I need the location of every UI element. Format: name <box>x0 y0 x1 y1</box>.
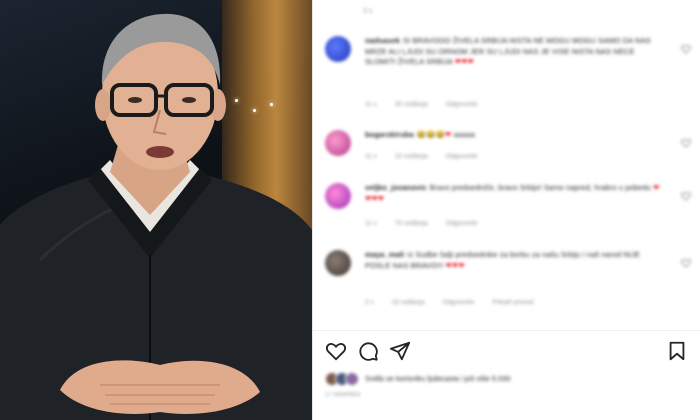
comment-meta: 11 s 35 sviđanja Odgovorite <box>365 101 496 108</box>
comment-icon[interactable] <box>357 340 379 362</box>
top-timestamp: 3 s <box>363 8 373 15</box>
comment-username[interactable]: veljko_jovanovic <box>365 183 427 192</box>
comment-username[interactable]: nadsasek <box>365 36 400 45</box>
comments-panel: 3 s nadsasek SI BRAVOOO ŽIVELA SRBIJA NIS… <box>312 0 700 420</box>
share-icon[interactable] <box>389 340 411 362</box>
avatar[interactable] <box>325 183 351 209</box>
comment-text: nadsasek SI BRAVOOO ŽIVELA SRBIJA NISTA N… <box>365 36 663 68</box>
comment-likes[interactable]: 74 sviđanja <box>395 220 428 227</box>
post-media[interactable] <box>0 0 312 420</box>
comment-body: SI BRAVOOO ŽIVELA SRBIJA NISTA NE MOGU M… <box>365 36 651 66</box>
comment-time: 11 s <box>365 220 377 227</box>
speaker-photo <box>0 13 312 420</box>
comment-item: maya_mali Iz Sudbe šalji predsednike za b… <box>325 250 691 315</box>
comment-time: 2 s <box>365 299 374 306</box>
heart-emoji: ❤❤❤ <box>445 260 465 270</box>
reply-link[interactable]: Odgovorite <box>446 220 478 227</box>
avatar[interactable] <box>325 36 351 62</box>
like-comment-icon[interactable] <box>681 138 691 148</box>
comment-trail: aaaaa <box>453 130 475 139</box>
like-comment-icon[interactable] <box>681 44 691 54</box>
comment-likes[interactable]: 10 sviđanja <box>395 153 428 160</box>
avatar[interactable] <box>325 250 351 276</box>
comment-body: 😂😂😂 <box>416 130 446 139</box>
bookmark-icon[interactable] <box>666 340 688 362</box>
comment-time: 11 s <box>365 101 377 108</box>
liker-avatars <box>325 372 361 386</box>
divider <box>313 330 700 331</box>
post-timestamp: 17 novembra <box>325 392 361 398</box>
comment-body: Bravo predsedniče, bravo Srbijo! Samo na… <box>429 183 651 192</box>
comment-text: bogarskiruba 😂😂😂❤ aaaaa <box>365 130 663 141</box>
like-comment-icon[interactable] <box>681 191 691 201</box>
avatar[interactable] <box>325 130 351 156</box>
heart-icon[interactable] <box>325 340 347 362</box>
comment-item: bogarskiruba 😂😂😂❤ aaaaa 11 s 10 sviđanja Od… <box>325 130 691 170</box>
comment-item: nadsasek SI BRAVOOO ŽIVELA SRBIJA NISTA N… <box>325 36 691 111</box>
comment-item: veljko_jovanovic Bravo predsedniče, bravo… <box>325 183 691 238</box>
translate-link[interactable]: Prikaži prevod <box>492 299 533 306</box>
action-bar <box>325 340 688 362</box>
comment-meta: 11 s 10 sviđanja Odgovorite <box>365 153 496 160</box>
comment-username[interactable]: maya_mali <box>365 250 404 259</box>
reply-link[interactable]: Odgovorite <box>446 101 478 108</box>
likes-text[interactable]: Sviđa se korisniku ljubicasta i još više… <box>365 374 511 383</box>
comment-text: maya_mali Iz Sudbe šalji predsednike za b… <box>365 250 663 271</box>
comment-likes[interactable]: 18 sviđanja <box>392 299 425 306</box>
heart-emoji: ❤ <box>445 130 452 139</box>
comment-text: veljko_jovanovic Bravo predsedniče, bravo… <box>365 183 663 204</box>
heart-emoji: ❤❤❤ <box>454 57 474 66</box>
comment-meta: 2 s 18 sviđanja Odgovorite Prikaži prevod <box>365 299 552 306</box>
comment-likes[interactable]: 35 sviđanja <box>395 101 428 108</box>
reply-link[interactable]: Odgovorite <box>443 299 475 306</box>
likes-summary: Sviđa se korisniku ljubicasta i još više… <box>325 372 688 388</box>
comment-body: Iz Sudbe šalji predsednike za borbu za n… <box>365 250 640 270</box>
reply-link[interactable]: Odgovorite <box>446 153 478 160</box>
comment-meta: 11 s 74 sviđanja Odgovorite <box>365 220 496 227</box>
like-comment-icon[interactable] <box>681 258 691 268</box>
comment-time: 11 s <box>365 153 377 160</box>
comment-username[interactable]: bogarskiruba <box>365 130 414 139</box>
